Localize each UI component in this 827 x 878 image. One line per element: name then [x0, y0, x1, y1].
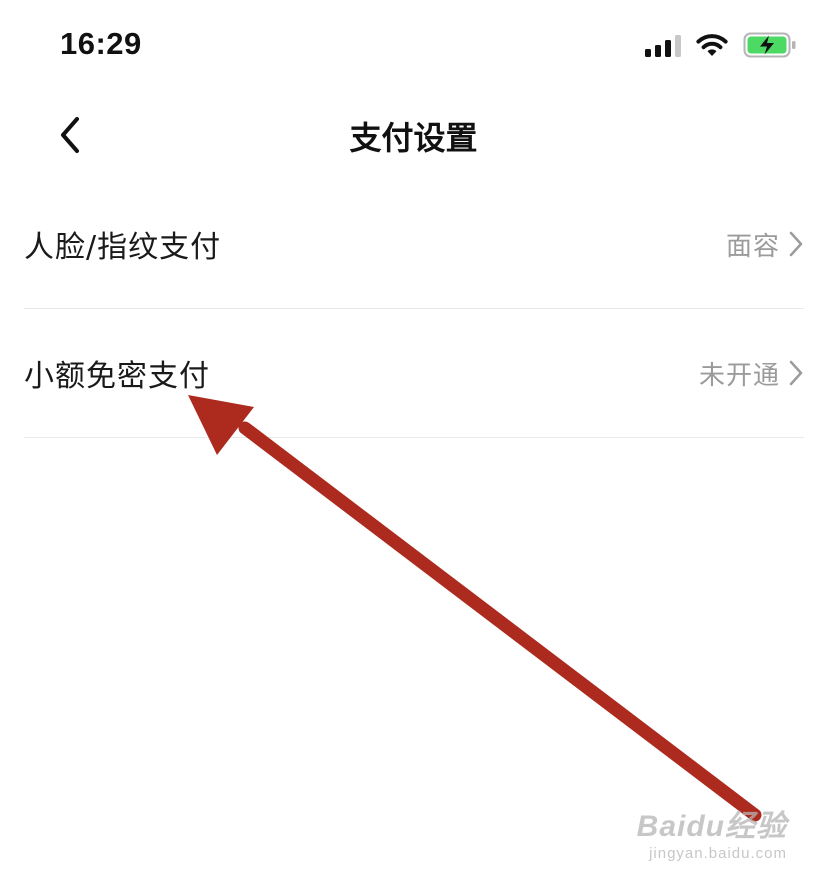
chevron-right-icon: [789, 360, 803, 386]
watermark: Baidu经验 jingyan.baidu.com: [637, 801, 787, 862]
cellular-signal-icon: [645, 33, 681, 57]
status-bar: 16:29: [0, 0, 827, 90]
settings-list: 人脸/指纹支付 面容 小额免密支付 未开通: [24, 180, 804, 438]
status-icons: [645, 32, 797, 58]
row-right: 未开通: [699, 355, 804, 392]
settings-row-face-fingerprint-pay[interactable]: 人脸/指纹支付 面容: [24, 180, 804, 309]
chevron-right-icon: [789, 231, 803, 257]
row-value: 面容: [725, 231, 780, 262]
row-label: 人脸/指纹支付: [24, 230, 222, 265]
nav-bar: 支付设置: [0, 95, 827, 180]
battery-charging-icon: [743, 32, 796, 58]
status-time: 16:29: [60, 26, 142, 61]
row-right: 面容: [726, 226, 804, 263]
watermark-url: jingyan.baidu.com: [649, 845, 787, 862]
watermark-brand: Baidu经验: [636, 810, 787, 843]
settings-row-small-amount-password-free-pay[interactable]: 小额免密支付 未开通: [24, 309, 804, 438]
wifi-icon: [696, 34, 728, 56]
row-label: 小额免密支付: [24, 359, 210, 394]
page-title: 支付设置: [349, 119, 478, 157]
row-value: 未开通: [698, 360, 780, 391]
